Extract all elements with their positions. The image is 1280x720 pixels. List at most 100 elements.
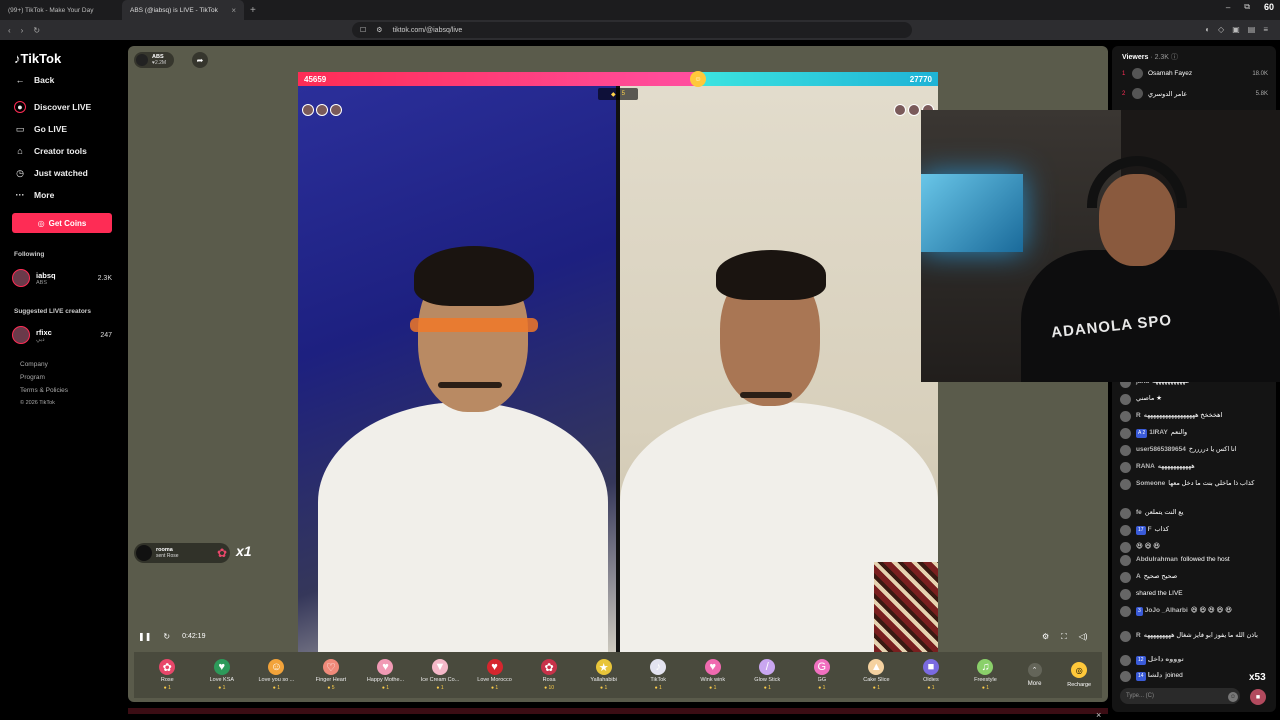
gift-item[interactable]: ✿ Rose ● 1 (140, 659, 195, 691)
left-top-gifters[interactable] (302, 104, 342, 116)
back-button[interactable]: ← Back (14, 74, 55, 86)
suggested-item[interactable]: rfixc دبي 247 (12, 326, 112, 344)
forward-arrow-icon[interactable]: › (21, 26, 24, 35)
chat-message[interactable]: user5865389654 انا اكس يا دررررخ (1120, 445, 1270, 456)
nav-creator-tools[interactable]: ⌂ Creator tools (14, 145, 87, 157)
person-shirt (318, 402, 608, 652)
top-viewer-row[interactable]: 1 Osamah Fayez 18.0K (1122, 68, 1268, 79)
gift-item[interactable]: ■ Oldies ● 1 (904, 659, 959, 691)
gift-item[interactable]: ▼ Ice Cream Co... ● 1 (413, 659, 468, 691)
viewers-header[interactable]: Viewers · 2.3K ⓘ (1122, 52, 1178, 62)
bookmark-icon[interactable]: ☐ (360, 26, 366, 34)
tiktok-logo[interactable]: ♪TikTok (14, 51, 61, 66)
gift-item[interactable]: ☺ Love you so ... ● 1 (249, 659, 304, 691)
avatar (1120, 394, 1131, 405)
settings-icon[interactable]: ⚙ (1042, 632, 1049, 642)
battle-counter[interactable]: ◆ 5 (598, 88, 638, 100)
share-arrow-icon: ➦ (196, 55, 204, 65)
chat-message[interactable]: RANA هههههههههههه (1120, 462, 1270, 473)
close-tab-icon[interactable]: × (231, 6, 236, 15)
gift-item[interactable]: ♫ Freestyle ● 1 (958, 659, 1013, 691)
top-viewer-row[interactable]: 2 عامر الدوسري 5.8K (1122, 88, 1268, 99)
gift-item[interactable]: ♥ Wink wink ● 1 (685, 659, 740, 691)
footer-company-link[interactable]: Company (20, 361, 48, 368)
score-right: 27770 (698, 72, 938, 86)
chat-message[interactable]: 3 JoJo _Alharbi 😆 😆 😆 😆 😆 (1120, 606, 1270, 617)
minimize-icon[interactable]: – (1226, 3, 1230, 12)
share-button[interactable]: ➦ (192, 52, 208, 68)
info-icon[interactable]: ⓘ (1171, 54, 1178, 61)
chat-message[interactable]: shared the LIVE (1120, 589, 1270, 600)
url-field[interactable]: ☐ ⚙ tiktok.com/@iabsq/live (352, 22, 912, 38)
gift-icon: ■ (922, 659, 939, 675)
following-item[interactable]: iabsq ABS 2.3K (12, 269, 112, 287)
restore-icon[interactable]: ⧉ (1244, 2, 1250, 12)
new-tab-icon[interactable]: + (250, 5, 256, 16)
menu-icon[interactable]: ≡ (1263, 25, 1268, 34)
extension-icon[interactable]: ◇ (1218, 25, 1224, 34)
coin-icon: ◎ (1071, 662, 1088, 678)
chat-message[interactable]: fe يع النت يتملعن (1120, 508, 1270, 519)
fullscreen-icon[interactable]: ⛶ (1061, 632, 1067, 642)
chat-message[interactable]: 14 دلشا joined (1120, 671, 1270, 682)
avatar (330, 104, 342, 116)
gift-item[interactable]: ♡ Finger Heart ● 5 (304, 659, 359, 691)
sidebar-icon[interactable]: ▤ (1248, 25, 1256, 34)
extension-icon[interactable]: ◐ (1205, 25, 1210, 34)
chat-message[interactable]: Someone كذاب ذا ماخلي بنت ما دخل معها (1120, 479, 1270, 490)
footer-terms-link[interactable]: Terms & Policies (20, 387, 68, 394)
close-icon[interactable]: × (1096, 710, 1101, 720)
gift-item[interactable]: ✿ Rosa ● 10 (522, 659, 577, 691)
avatar (1120, 411, 1131, 422)
left-nav (0, 40, 124, 720)
gift-item[interactable]: ▲ Cake Slice ● 1 (849, 659, 904, 691)
gift-item[interactable]: ★ Yallahabibi ● 1 (576, 659, 631, 691)
battle-area: 45659 27770 ☺ ◆ 5 (298, 71, 938, 652)
puzzle-icon[interactable]: ▣ (1232, 25, 1240, 34)
level-badge: 17 (1136, 526, 1146, 535)
chat-input[interactable]: Type... (C) (1120, 688, 1240, 704)
chat-message[interactable]: R اهخخخخ هههههههههههههههههه (1120, 411, 1270, 422)
gift-item[interactable]: / Glow Stick ● 1 (740, 659, 795, 691)
chat-message[interactable]: R باذن الله ما يفوز ابو فايز شغال ههههههه… (1120, 631, 1270, 642)
avatar (1120, 445, 1131, 456)
gift-item[interactable]: ♥ Love KSA ● 1 (195, 659, 250, 691)
refresh-icon[interactable]: ↻ (163, 632, 170, 641)
chat-message[interactable]: A صحيح صحيح (1120, 572, 1270, 583)
chat-message[interactable]: ماصني ★ (1120, 394, 1270, 405)
nav-just-watched[interactable]: ◷ Just watched (14, 167, 88, 179)
gift-button[interactable]: ■ (1250, 689, 1266, 705)
site-settings-icon[interactable]: ⚙ (376, 26, 382, 34)
nav-more[interactable]: ··· More (14, 189, 55, 201)
reload-icon[interactable]: ↻ (33, 26, 40, 35)
back-arrow-icon[interactable]: ‹ (8, 26, 11, 35)
chat-message[interactable]: A 2 1IRAY والنعم (1120, 428, 1270, 439)
tab-tiktok-home[interactable]: (99+) TikTok - Make Your Day (0, 0, 122, 20)
more-gifts-button[interactable]: ⌃ More (1013, 663, 1057, 687)
chat-message[interactable]: 😆 😆 😆 (1120, 542, 1270, 553)
pause-icon[interactable]: ❚❚ (138, 632, 151, 641)
coin-icon: ◎ (37, 218, 45, 228)
volume-icon[interactable]: ◁) (1079, 632, 1088, 642)
gift-item[interactable]: ♥ Happy Mothe... ● 1 (358, 659, 413, 691)
chat-message[interactable]: 12 توووه داخل (1120, 655, 1270, 666)
nav-go-live[interactable]: ▭ Go LIVE (14, 123, 67, 135)
chat-message[interactable]: Abdulrahman followed the host (1120, 555, 1270, 566)
footer-program-link[interactable]: Program (20, 374, 45, 381)
emoji-icon[interactable]: ☺ (1228, 692, 1238, 702)
battle-score-bar: 45659 27770 (298, 72, 938, 86)
flame-icon: ◆ (611, 91, 616, 98)
player-right-controls: ⚙ ⛶ ◁) (1042, 632, 1088, 642)
tab-live[interactable]: ABS (@iabsq) is LIVE - TikTok × (122, 0, 244, 20)
gift-item[interactable]: ♪ TikTok ● 1 (631, 659, 686, 691)
chat-message[interactable]: 17 F كذاب (1120, 525, 1270, 536)
browser-tabbar: (99+) TikTok - Make Your Day ABS (@iabsq… (0, 0, 1280, 20)
host-chip[interactable]: ABS ♥2.2M (134, 52, 175, 68)
get-coins-button[interactable]: ◎ Get Coins (12, 213, 112, 233)
gift-item[interactable]: G GG ● 1 (795, 659, 850, 691)
gift-multiplier: x1 (236, 543, 252, 559)
recharge-button[interactable]: ◎ Recharge (1056, 662, 1102, 688)
mustache (438, 382, 502, 388)
nav-discover-live[interactable]: ● Discover LIVE (14, 101, 91, 113)
gift-item[interactable]: ♥ Love Morocco ● 1 (467, 659, 522, 691)
